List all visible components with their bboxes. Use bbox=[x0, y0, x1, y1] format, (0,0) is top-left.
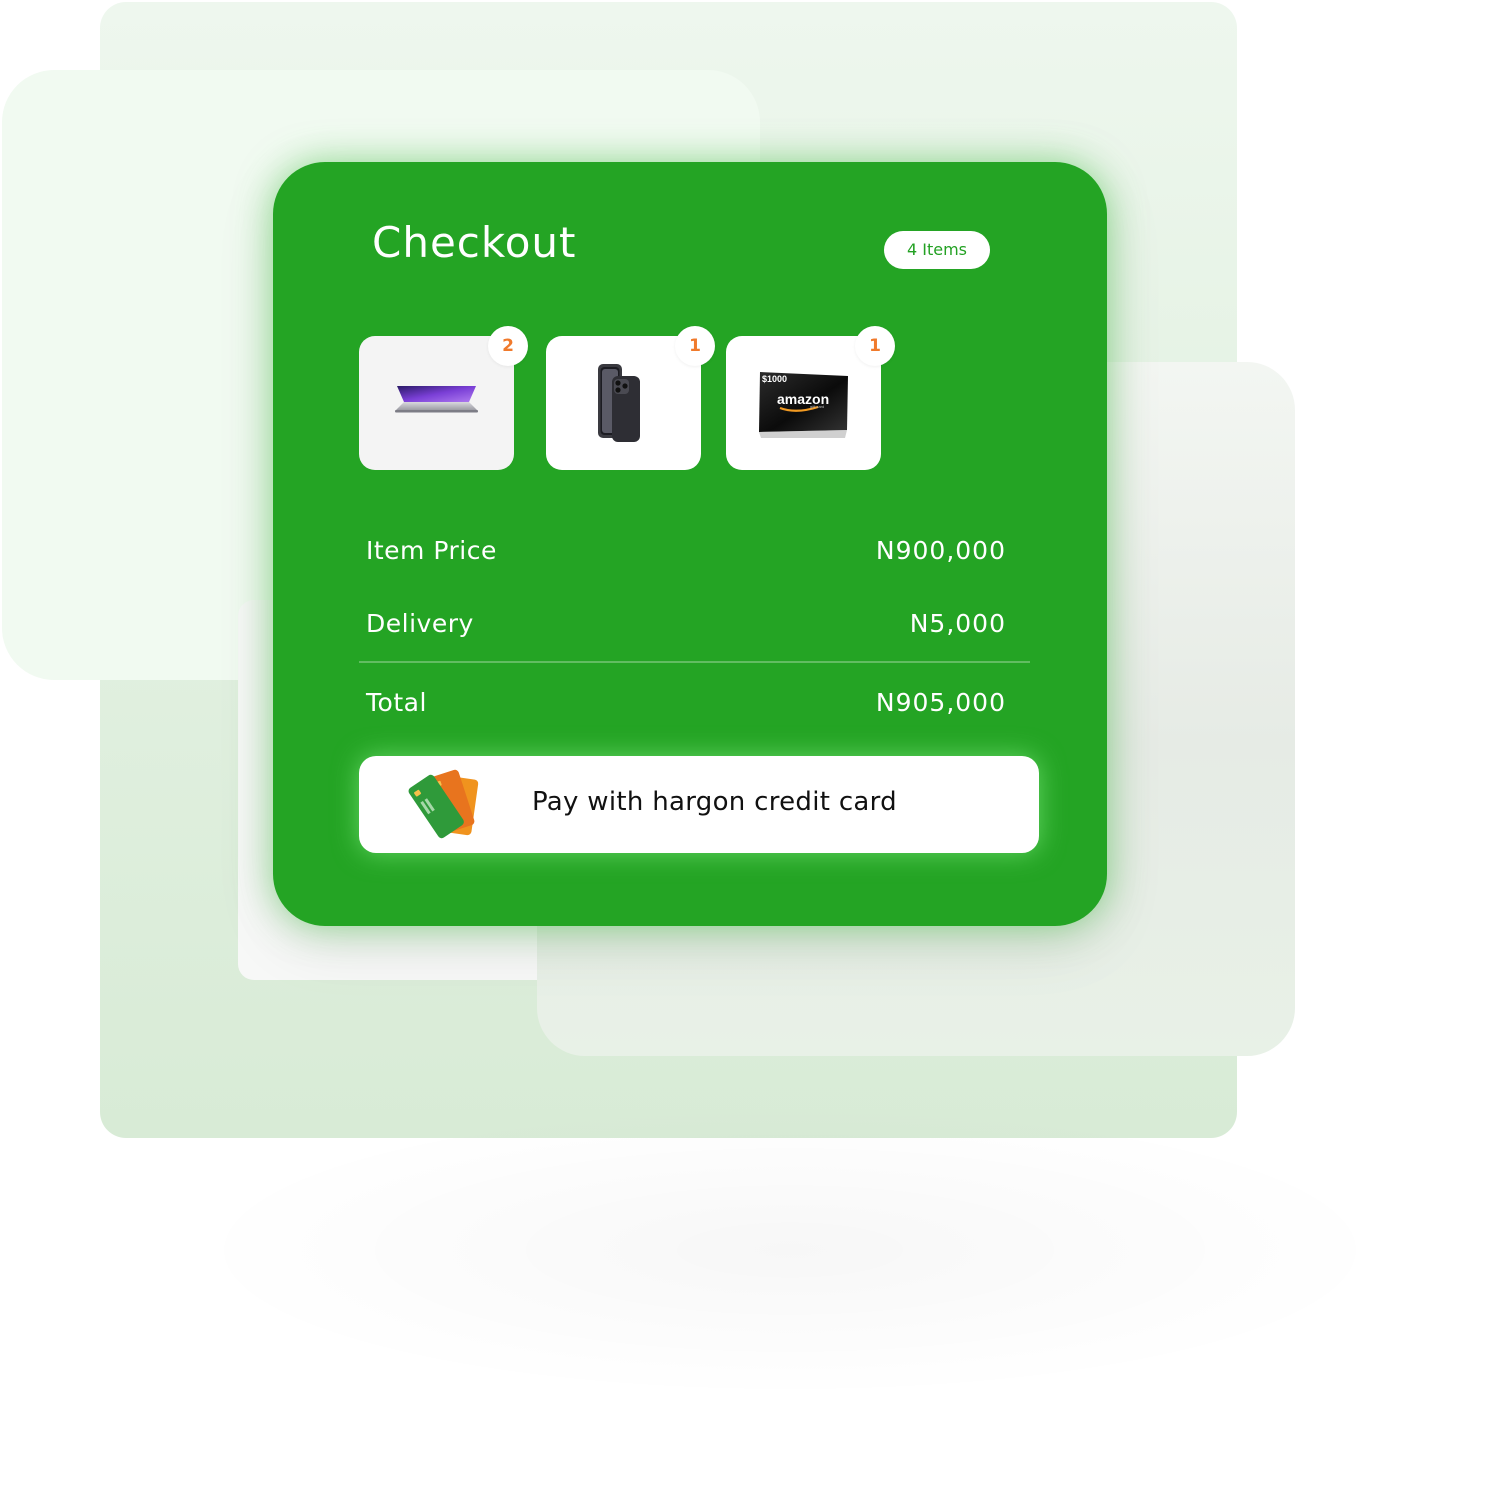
gift-card-subtitle: gift card bbox=[810, 404, 824, 409]
quantity-badge: 2 bbox=[488, 326, 528, 366]
credit-cards-icon bbox=[408, 769, 479, 839]
quantity-badge: 1 bbox=[855, 326, 895, 366]
checkout-card: Checkout 4 Items 2 1 $1000 amazon gift c… bbox=[273, 162, 1107, 926]
page: Checkout 4 Items 2 1 $1000 amazon gift c… bbox=[0, 0, 1508, 1496]
summary-row-delivery: Delivery N5,000 bbox=[366, 609, 1006, 649]
summary-label: Total bbox=[366, 688, 427, 717]
summary-value: N5,000 bbox=[909, 609, 1006, 638]
checkout-title: Checkout bbox=[372, 218, 577, 267]
pay-button-label: Pay with hargon credit card bbox=[532, 787, 897, 817]
summary-row-item-price: Item Price N900,000 bbox=[366, 536, 1006, 576]
pay-with-credit-card-button[interactable]: Pay with hargon credit card bbox=[359, 756, 1039, 853]
summary-value: N900,000 bbox=[875, 536, 1006, 565]
items-count-badge: 4 Items bbox=[884, 231, 990, 269]
summary-label: Item Price bbox=[366, 536, 497, 565]
quantity-badge: 1 bbox=[675, 326, 715, 366]
product-thumbnail-gift-card[interactable]: $1000 amazon gift card 1 bbox=[726, 326, 895, 470]
summary-value: N905,000 bbox=[875, 688, 1006, 717]
product-thumbnail-laptop[interactable]: 2 bbox=[359, 326, 528, 470]
gift-card-amount: $1000 bbox=[762, 374, 787, 384]
background-shadow bbox=[180, 1100, 1400, 1400]
summary-divider bbox=[359, 661, 1030, 663]
product-thumbnail-smartphone[interactable]: 1 bbox=[546, 326, 715, 470]
summary-row-total: Total N905,000 bbox=[366, 688, 1006, 728]
summary-label: Delivery bbox=[366, 609, 474, 638]
